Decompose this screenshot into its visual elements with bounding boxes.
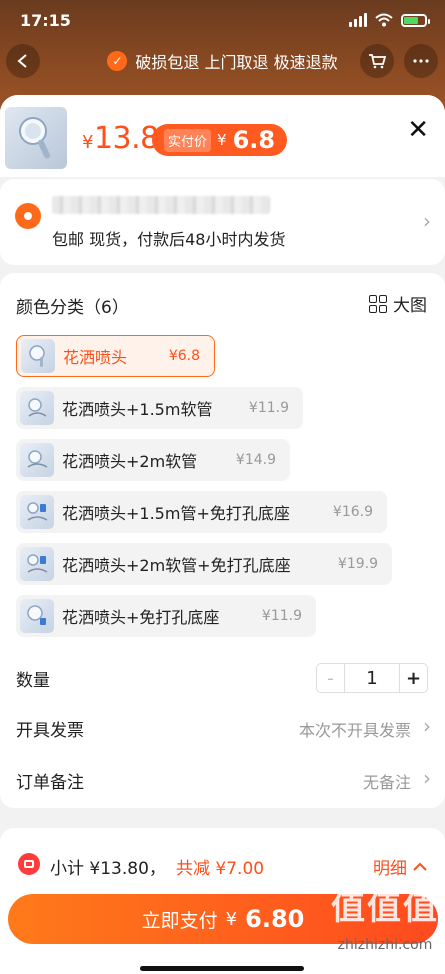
location-pin-icon	[15, 203, 41, 229]
sku-option[interactable]: 花洒喷头+1.5m软管 ¥11.9	[16, 387, 303, 429]
battery-icon	[401, 13, 430, 27]
wifi-icon	[375, 13, 393, 27]
guarantee-text: 破损包退 上门取退 极速退款	[135, 53, 338, 72]
real-price-badge: 实付价 ¥ 6.8	[152, 124, 288, 156]
close-icon[interactable]: ✕	[407, 115, 429, 145]
subtotal: 小计 ¥13.80，	[50, 859, 166, 879]
quantity-plus-button[interactable]: +	[399, 664, 427, 692]
guarantee-banner: ✓ 破损包退 上门取退 极速退款	[0, 46, 445, 76]
sku-option[interactable]: 花洒喷头+2m软管+免打孔底座 ¥19.9	[16, 543, 392, 585]
chevron-right-icon[interactable]: ›	[423, 714, 431, 738]
order-note-label: 订单备注	[16, 773, 84, 793]
sku-option[interactable]: 花洒喷头+免打孔底座 ¥11.9	[16, 595, 316, 637]
invoice-label: 开具发票	[16, 721, 84, 741]
big-picture-button[interactable]: 大图	[369, 291, 427, 316]
shower-head-icon	[19, 117, 50, 159]
sku-option[interactable]: 花洒喷头+1.5m管+免打孔底座 ¥16.9	[16, 491, 387, 533]
chevron-right-icon: ›	[423, 209, 431, 233]
quantity-label: 数量	[16, 671, 50, 691]
sku-thumbnail	[21, 339, 55, 373]
chevron-up-icon	[413, 862, 427, 871]
sku-thumbnail	[20, 391, 54, 425]
address-redacted	[52, 196, 270, 214]
sku-option[interactable]: 花洒喷头+2m软管 ¥14.9	[16, 439, 290, 481]
sku-thumbnail	[20, 443, 54, 477]
chevron-right-icon[interactable]: ›	[423, 766, 431, 790]
color-category-title: 颜色分类（6）	[16, 298, 129, 318]
sku-thumbnail	[20, 547, 54, 581]
site-watermark: 值值值 zhizhizhi.com	[331, 888, 439, 953]
home-indicator	[140, 966, 304, 971]
shield-check-icon: ✓	[107, 51, 128, 71]
quantity-minus-button[interactable]: -	[317, 664, 345, 692]
address-card[interactable]: 包邮 现货，付款后48小时内发货 ›	[0, 179, 445, 265]
original-price: ¥13.8	[82, 121, 159, 156]
grid-icon	[369, 294, 387, 313]
quantity-value[interactable]: 1	[345, 664, 399, 692]
shipping-info: 包邮 现货，付款后48小时内发货	[52, 230, 286, 249]
order-note-value[interactable]: 无备注	[363, 769, 411, 793]
invoice-value[interactable]: 本次不开具发票	[299, 717, 411, 741]
sku-thumbnail	[20, 495, 54, 529]
spec-card: 颜色分类（6） 大图 花洒喷头 ¥6.8 花洒喷头+1.5m软管 ¥11.9 花…	[0, 273, 445, 808]
total-discount: 共减 ¥7.00	[176, 859, 265, 879]
sku-option[interactable]: 花洒喷头 ¥6.8	[16, 335, 215, 377]
coupon-icon	[18, 853, 40, 875]
status-icons	[349, 13, 430, 27]
sheet-header: ¥13.8 实付价 ¥ 6.8 ✕	[0, 95, 445, 177]
status-bar: 17:15	[0, 0, 445, 40]
status-time: 17:15	[20, 10, 71, 30]
price-detail-toggle[interactable]: 明细	[373, 854, 427, 879]
quantity-stepper[interactable]: - 1 +	[316, 663, 428, 693]
sku-thumbnail	[20, 599, 54, 633]
product-thumbnail[interactable]	[5, 107, 67, 169]
signal-icon	[349, 13, 367, 27]
